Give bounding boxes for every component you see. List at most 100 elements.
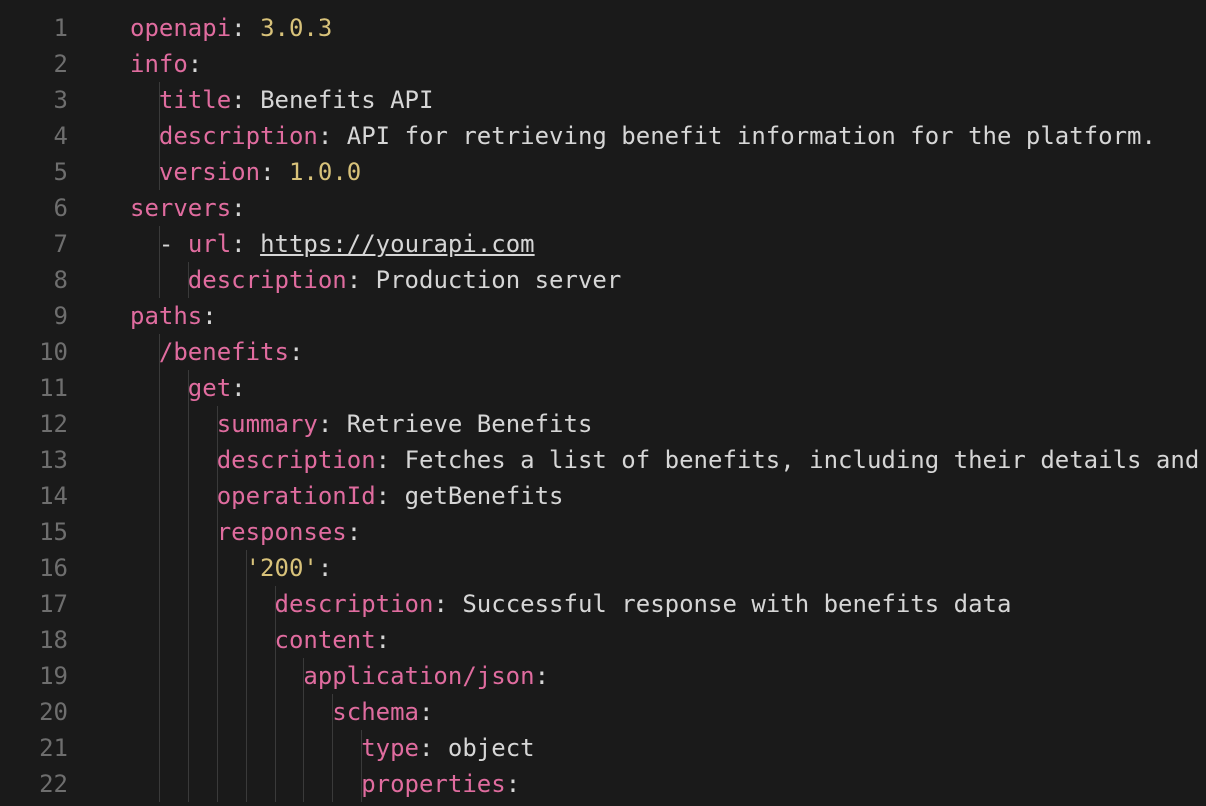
- code-area[interactable]: openapi: 3.0.3info: title: Benefits API …: [94, 0, 1206, 806]
- yaml-punct: :: [376, 626, 390, 654]
- indent-guide: [159, 586, 160, 622]
- code-line[interactable]: get:: [94, 370, 1206, 406]
- code-line[interactable]: description: Fetches a list of benefits,…: [94, 442, 1206, 478]
- yaml-number: '200': [246, 554, 318, 582]
- indent-guide: [188, 514, 189, 550]
- indent-guide: [217, 586, 218, 622]
- line-number: 21: [0, 730, 68, 766]
- indent-guide: [217, 730, 218, 766]
- line-number: 9: [0, 298, 68, 334]
- code-line[interactable]: paths:: [94, 298, 1206, 334]
- code-line[interactable]: summary: Retrieve Benefits: [94, 406, 1206, 442]
- code-line[interactable]: info:: [94, 46, 1206, 82]
- yaml-key: responses: [217, 518, 347, 546]
- line-number: 11: [0, 370, 68, 406]
- yaml-punct: :: [347, 518, 361, 546]
- indent-guide: [246, 586, 247, 622]
- indent-guide: [246, 694, 247, 730]
- line-number: 5: [0, 154, 68, 190]
- indent-guide: [159, 766, 160, 802]
- yaml-value: Production server: [376, 266, 622, 294]
- yaml-key: description: [159, 122, 318, 150]
- indent-guide: [275, 622, 276, 658]
- yaml-key: properties: [361, 770, 506, 798]
- yaml-key: application/json: [303, 662, 534, 690]
- indent-guide: [159, 82, 160, 118]
- yaml-number: 3.0.3: [260, 14, 332, 42]
- code-line[interactable]: openapi: 3.0.3: [94, 10, 1206, 46]
- indent-guide: [188, 406, 189, 442]
- indent-guide: [217, 406, 218, 442]
- line-number: 15: [0, 514, 68, 550]
- indent-guide: [159, 118, 160, 154]
- code-line[interactable]: servers:: [94, 190, 1206, 226]
- yaml-key: openapi: [130, 14, 231, 42]
- code-line[interactable]: '200':: [94, 550, 1206, 586]
- indent-guide: [188, 478, 189, 514]
- yaml-dash: -: [159, 230, 188, 258]
- indent-guide: [275, 586, 276, 622]
- yaml-key: title: [159, 86, 231, 114]
- line-number-gutter: 12345678910111213141516171819202122: [0, 0, 94, 806]
- code-line[interactable]: version: 1.0.0: [94, 154, 1206, 190]
- indent-guide: [159, 658, 160, 694]
- indent-guide: [159, 622, 160, 658]
- yaml-number: 1.0.0: [289, 158, 361, 186]
- indent-guide: [188, 370, 189, 406]
- line-number: 17: [0, 586, 68, 622]
- indent-guide: [217, 478, 218, 514]
- yaml-key: description: [188, 266, 347, 294]
- line-number: 8: [0, 262, 68, 298]
- indent-guide: [159, 370, 160, 406]
- code-line[interactable]: /benefits:: [94, 334, 1206, 370]
- yaml-punct: :: [376, 482, 405, 510]
- indent-guide: [303, 694, 304, 730]
- yaml-punct: :: [318, 410, 347, 438]
- code-line[interactable]: application/json:: [94, 658, 1206, 694]
- line-number: 12: [0, 406, 68, 442]
- code-editor[interactable]: 12345678910111213141516171819202122 open…: [0, 0, 1206, 806]
- indent-guide: [246, 730, 247, 766]
- code-line[interactable]: - url: https://yourapi.com: [94, 226, 1206, 262]
- indent-guide: [188, 730, 189, 766]
- indent-guide: [159, 478, 160, 514]
- indent-guide: [188, 550, 189, 586]
- code-line[interactable]: schema:: [94, 694, 1206, 730]
- yaml-punct: :: [318, 554, 332, 582]
- indent-guide: [188, 622, 189, 658]
- line-number: 19: [0, 658, 68, 694]
- yaml-punct: :: [535, 662, 549, 690]
- indent-guide: [332, 730, 333, 766]
- code-line[interactable]: description: Production server: [94, 262, 1206, 298]
- yaml-key: description: [217, 446, 376, 474]
- line-number: 2: [0, 46, 68, 82]
- code-line[interactable]: type: object: [94, 730, 1206, 766]
- line-number: 14: [0, 478, 68, 514]
- indent-guide: [217, 514, 218, 550]
- indent-guide: [217, 694, 218, 730]
- indent-guide: [332, 694, 333, 730]
- yaml-value: Successful response with benefits data: [462, 590, 1011, 618]
- indent-guide: [332, 766, 333, 802]
- indent-guide: [159, 442, 160, 478]
- indent-guide: [246, 766, 247, 802]
- yaml-key: description: [275, 590, 434, 618]
- code-line[interactable]: responses:: [94, 514, 1206, 550]
- code-line[interactable]: description: API for retrieving benefit …: [94, 118, 1206, 154]
- code-line[interactable]: description: Successful response with be…: [94, 586, 1206, 622]
- yaml-value: object: [448, 734, 535, 762]
- yaml-value: getBenefits: [405, 482, 564, 510]
- code-line[interactable]: title: Benefits API: [94, 82, 1206, 118]
- line-number: 18: [0, 622, 68, 658]
- indent-guide: [159, 694, 160, 730]
- code-line[interactable]: operationId: getBenefits: [94, 478, 1206, 514]
- code-line[interactable]: properties:: [94, 766, 1206, 802]
- yaml-punct: :: [231, 230, 260, 258]
- line-number: 20: [0, 694, 68, 730]
- yaml-punct: :: [289, 338, 303, 366]
- code-line[interactable]: content:: [94, 622, 1206, 658]
- yaml-punct: :: [376, 446, 405, 474]
- url-link[interactable]: https://yourapi.com: [260, 230, 535, 258]
- indent-guide: [159, 406, 160, 442]
- yaml-punct: :: [419, 698, 433, 726]
